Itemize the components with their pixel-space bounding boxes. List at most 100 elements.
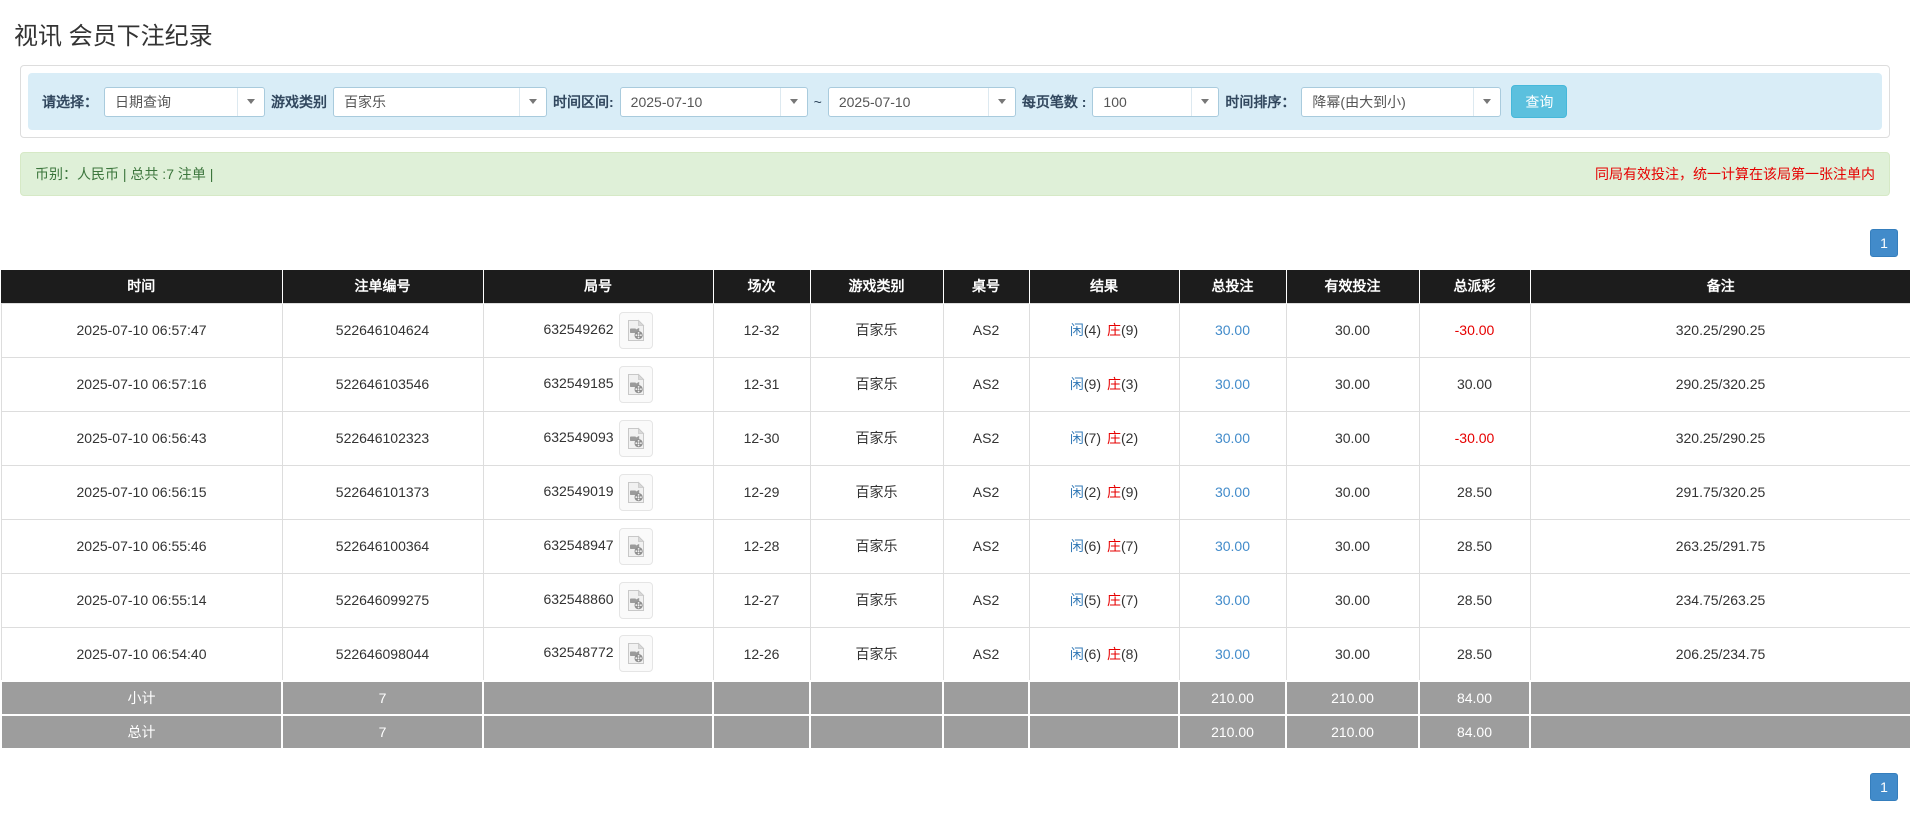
table-row: 2025-07-10 06:55:14 522646099275 6325488… [1,573,1910,627]
query-type-label: 请选择： [42,92,98,112]
video-replay-icon[interactable] [619,366,653,403]
cell-result: 闲(6)庄(8) [1029,627,1179,681]
result-player-label: 闲 [1070,484,1084,500]
cell-round-id: 632548860 [483,573,713,627]
cell-total-bet: 30.00 [1179,357,1286,411]
result-banker-label: 庄 [1107,538,1121,554]
video-replay-icon[interactable] [619,420,653,457]
sort-value: 降幂(由大到小) [1312,92,1405,112]
cell-round-id: 632549019 [483,465,713,519]
round-id-text: 632548772 [543,644,613,660]
cell-note: 290.25/320.25 [1530,357,1910,411]
total-count: 7 [282,715,483,749]
cell-table-no: AS2 [943,519,1029,573]
total-bet-link[interactable]: 30.00 [1215,592,1250,608]
total-bet-link[interactable]: 30.00 [1215,376,1250,392]
cell-round-id: 632548947 [483,519,713,573]
cell-table-no: AS2 [943,303,1029,357]
page-1-button[interactable]: 1 [1870,773,1898,801]
search-button[interactable]: 查询 [1511,85,1567,118]
cell-table-no: AS2 [943,357,1029,411]
table-row: 2025-07-10 06:57:16 522646103546 6325491… [1,357,1910,411]
cell-game-type: 百家乐 [810,519,943,573]
date-to-select[interactable]: 2025-07-10 [828,87,1016,117]
header-bet-id: 注单编号 [282,270,483,303]
cell-game-type: 百家乐 [810,357,943,411]
cell-result: 闲(4)庄(9) [1029,303,1179,357]
video-replay-icon[interactable] [619,474,653,511]
table-row: 2025-07-10 06:54:40 522646098044 6325487… [1,627,1910,681]
cell-total-bet: 30.00 [1179,573,1286,627]
header-payout: 总派彩 [1419,270,1530,303]
result-banker-label: 庄 [1107,646,1121,662]
table-row: 2025-07-10 06:57:47 522646104624 6325492… [1,303,1910,357]
table-row: 2025-07-10 06:56:43 522646102323 6325490… [1,411,1910,465]
total-empty-cell [713,715,810,749]
cell-note: 291.75/320.25 [1530,465,1910,519]
date-from-value: 2025-07-10 [631,94,703,110]
header-table-no: 桌号 [943,270,1029,303]
total-payout: 84.00 [1419,715,1530,749]
cell-time: 2025-07-10 06:55:14 [1,573,282,627]
table-row: 2025-07-10 06:55:46 522646100364 6325489… [1,519,1910,573]
cell-note: 263.25/291.75 [1530,519,1910,573]
total-bet-link[interactable]: 30.00 [1215,646,1250,662]
cell-result: 闲(7)庄(2) [1029,411,1179,465]
cell-total-bet: 30.00 [1179,303,1286,357]
video-replay-icon[interactable] [619,582,653,619]
cell-session: 12-31 [713,357,810,411]
header-valid-bet: 有效投注 [1286,270,1419,303]
subtotal-row: 小计 7 210.00 210.00 84.00 [1,681,1910,715]
total-bet-link[interactable]: 30.00 [1215,322,1250,338]
cell-valid-bet: 30.00 [1286,519,1419,573]
header-result: 结果 [1029,270,1179,303]
total-row: 总计 7 210.00 210.00 84.00 [1,715,1910,749]
cell-payout: -30.00 [1419,411,1530,465]
round-id-text: 632548947 [543,537,613,553]
header-game-type: 游戏类别 [810,270,943,303]
time-range-label: 时间区间: [553,92,614,112]
page-1-button[interactable]: 1 [1870,229,1898,257]
total-bet-link[interactable]: 30.00 [1215,430,1250,446]
cell-result: 闲(9)庄(3) [1029,357,1179,411]
header-session: 场次 [713,270,810,303]
total-empty-cell [1530,715,1910,749]
cell-valid-bet: 30.00 [1286,411,1419,465]
cell-time: 2025-07-10 06:54:40 [1,627,282,681]
result-player-label: 闲 [1070,592,1084,608]
summary-currency-count: 币别：人民币 | 总共 :7 注单 | [35,164,213,184]
total-bet-link[interactable]: 30.00 [1215,484,1250,500]
per-page-select[interactable]: 100 [1092,87,1219,117]
cell-bet-id: 522646103546 [282,357,483,411]
cell-bet-id: 522646100364 [282,519,483,573]
video-replay-icon[interactable] [619,528,653,565]
total-bet-link[interactable]: 30.00 [1215,538,1250,554]
cell-result: 闲(5)庄(7) [1029,573,1179,627]
sort-select[interactable]: 降幂(由大到小) [1301,87,1501,117]
result-banker-label: 庄 [1107,322,1121,338]
query-type-select[interactable]: 日期查询 [104,87,265,117]
cell-round-id: 632549262 [483,303,713,357]
result-player-label: 闲 [1070,430,1084,446]
date-from-select[interactable]: 2025-07-10 [620,87,808,117]
header-note: 备注 [1530,270,1910,303]
cell-round-id: 632549185 [483,357,713,411]
result-banker-score: (9) [1121,322,1138,338]
total-empty-cell [943,715,1029,749]
result-player-score: (6) [1084,646,1101,662]
cell-game-type: 百家乐 [810,303,943,357]
subtotal-valid-bet: 210.00 [1286,681,1419,715]
header-total-bet: 总投注 [1179,270,1286,303]
page-title: 视讯 会员下注纪录 [14,16,1910,51]
cell-time: 2025-07-10 06:56:43 [1,411,282,465]
game-type-select[interactable]: 百家乐 [333,87,547,117]
round-id-text: 632549185 [543,375,613,391]
video-replay-icon[interactable] [619,312,653,349]
video-replay-icon[interactable] [619,635,653,672]
filter-bar: 请选择： 日期查询 游戏类别 百家乐 时间区间: 2025-07-10 ~ 20… [28,73,1882,130]
cell-bet-id: 522646102323 [282,411,483,465]
result-player-score: (7) [1084,430,1101,446]
cell-table-no: AS2 [943,627,1029,681]
cell-result: 闲(2)庄(9) [1029,465,1179,519]
result-player-score: (5) [1084,592,1101,608]
